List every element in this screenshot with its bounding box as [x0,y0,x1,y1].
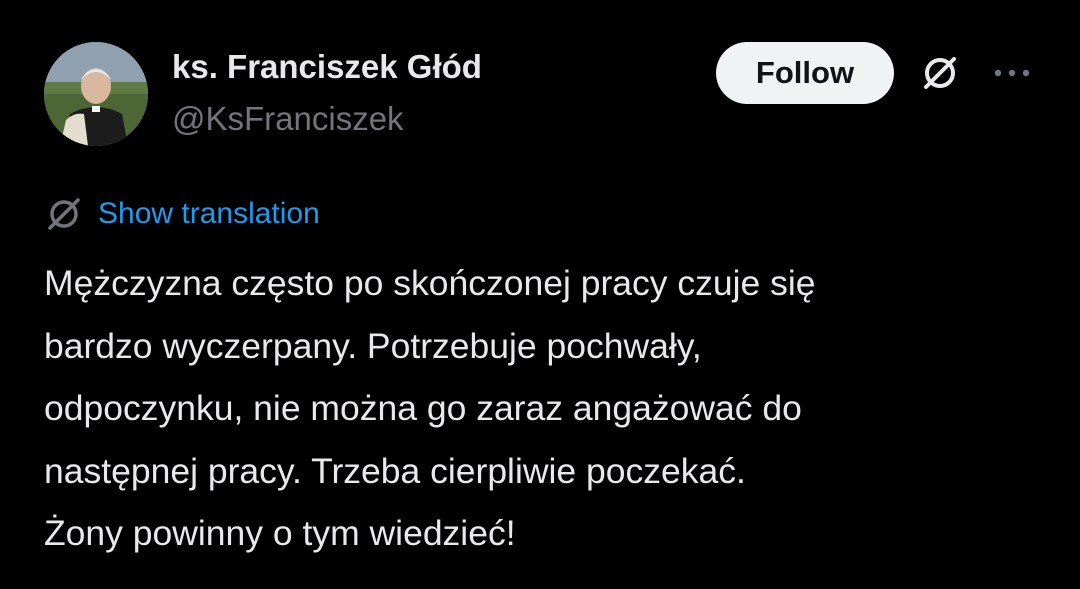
avatar[interactable] [44,42,148,146]
tweet-text-line: Żony powinny o tym wiedzieć! [44,513,516,553]
tweet-text-line: Mężczyzna często po skończonej pracy czu… [44,263,816,303]
tweet-text: Mężczyzna często po skończonej pracy czu… [44,252,1044,565]
translate-icon [48,198,80,230]
tweet-text-line: następnej pracy. Trzeba cierpliwie pocze… [44,450,746,491]
more-options-icon[interactable] [990,58,1034,88]
follow-button[interactable]: Follow [716,42,894,104]
tweet-text-line: odpoczynku, nie można go zaraz angażować… [44,388,802,428]
grok-icon[interactable] [918,51,962,95]
tweet-card: ks. Franciszek Głód @KsFranciszek Follow… [0,0,1080,589]
author-display-name[interactable]: ks. Franciszek Głód [172,48,482,86]
author-handle[interactable]: @KsFranciszek [172,100,404,138]
tweet-text-line: bardzo wyczerpany. Potrzebuje pochwały, [44,325,702,366]
translation-row[interactable]: Show translation [44,192,320,236]
show-translation-link[interactable]: Show translation [98,197,320,231]
avatar-photo-icon [44,42,148,146]
